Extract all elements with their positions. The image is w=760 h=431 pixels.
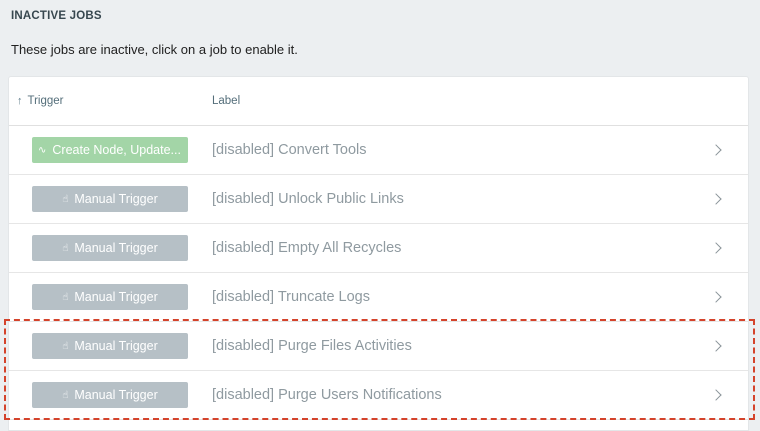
table-header: ↑ Trigger Label [9,77,748,126]
trigger-cell: ☝ Manual Trigger [9,235,212,261]
trigger-chip: ☝ Manual Trigger [32,235,188,261]
trigger-cell: ☝ Manual Trigger [9,186,212,212]
job-label: [disabled] Purge Users Notifications [212,387,442,403]
section-title: INACTIVE JOBS [11,10,102,22]
trigger-chip: ∿ Create Node, Update... [32,137,188,163]
pulse-icon: ∿ [38,144,47,156]
hand-pointer-icon: ☝ [62,340,69,352]
trigger-chip-label: Manual Trigger [74,192,158,206]
column-header-label[interactable]: Label [212,95,240,107]
job-label: [disabled] Truncate Logs [212,289,370,305]
trigger-chip-label: Manual Trigger [74,241,158,255]
table-row[interactable]: ☝ Manual Trigger [disabled] Truncate Log… [9,273,748,322]
trigger-chip-label: Create Node, Update... [52,143,181,157]
job-label: [disabled] Empty All Recycles [212,240,402,256]
hand-pointer-icon: ☝ [62,389,69,401]
job-label: [disabled] Convert Tools [212,142,367,158]
table-row[interactable]: ∿ Create Node, Update... [disabled] Conv… [9,126,748,175]
section-description: These jobs are inactive, click on a job … [11,42,298,57]
job-label: [disabled] Unlock Public Links [212,191,404,207]
table-row[interactable]: ☝ Manual Trigger [disabled] Unlock Publi… [9,175,748,224]
trigger-chip: ☝ Manual Trigger [32,284,188,310]
trigger-chip-label: Manual Trigger [74,388,158,402]
trigger-chip: ☝ Manual Trigger [32,382,188,408]
trigger-chip: ☝ Manual Trigger [32,333,188,359]
hand-pointer-icon: ☝ [62,291,69,303]
trigger-chip: ☝ Manual Trigger [32,186,188,212]
table-row[interactable]: ☝ Manual Trigger [disabled] Purge Files … [9,322,748,371]
trigger-cell: ∿ Create Node, Update... [9,137,212,163]
trigger-chip-label: Manual Trigger [74,290,158,304]
column-header-trigger[interactable]: ↑ Trigger [9,95,212,107]
hand-pointer-icon: ☝ [62,193,69,205]
trigger-cell: ☝ Manual Trigger [9,382,212,408]
trigger-cell: ☝ Manual Trigger [9,284,212,310]
trigger-chip-label: Manual Trigger [74,339,158,353]
arrow-up-icon: ↑ [17,95,23,107]
table-row[interactable]: ☝ Manual Trigger [disabled] Purge Users … [9,371,748,420]
hand-pointer-icon: ☝ [62,242,69,254]
trigger-cell: ☝ Manual Trigger [9,333,212,359]
inactive-jobs-table: ↑ Trigger Label ∿ Create Node, Update...… [8,76,749,431]
table-row[interactable]: ☝ Manual Trigger [disabled] Empty All Re… [9,224,748,273]
column-header-trigger-label: Trigger [27,95,64,107]
job-label: [disabled] Purge Files Activities [212,338,412,354]
